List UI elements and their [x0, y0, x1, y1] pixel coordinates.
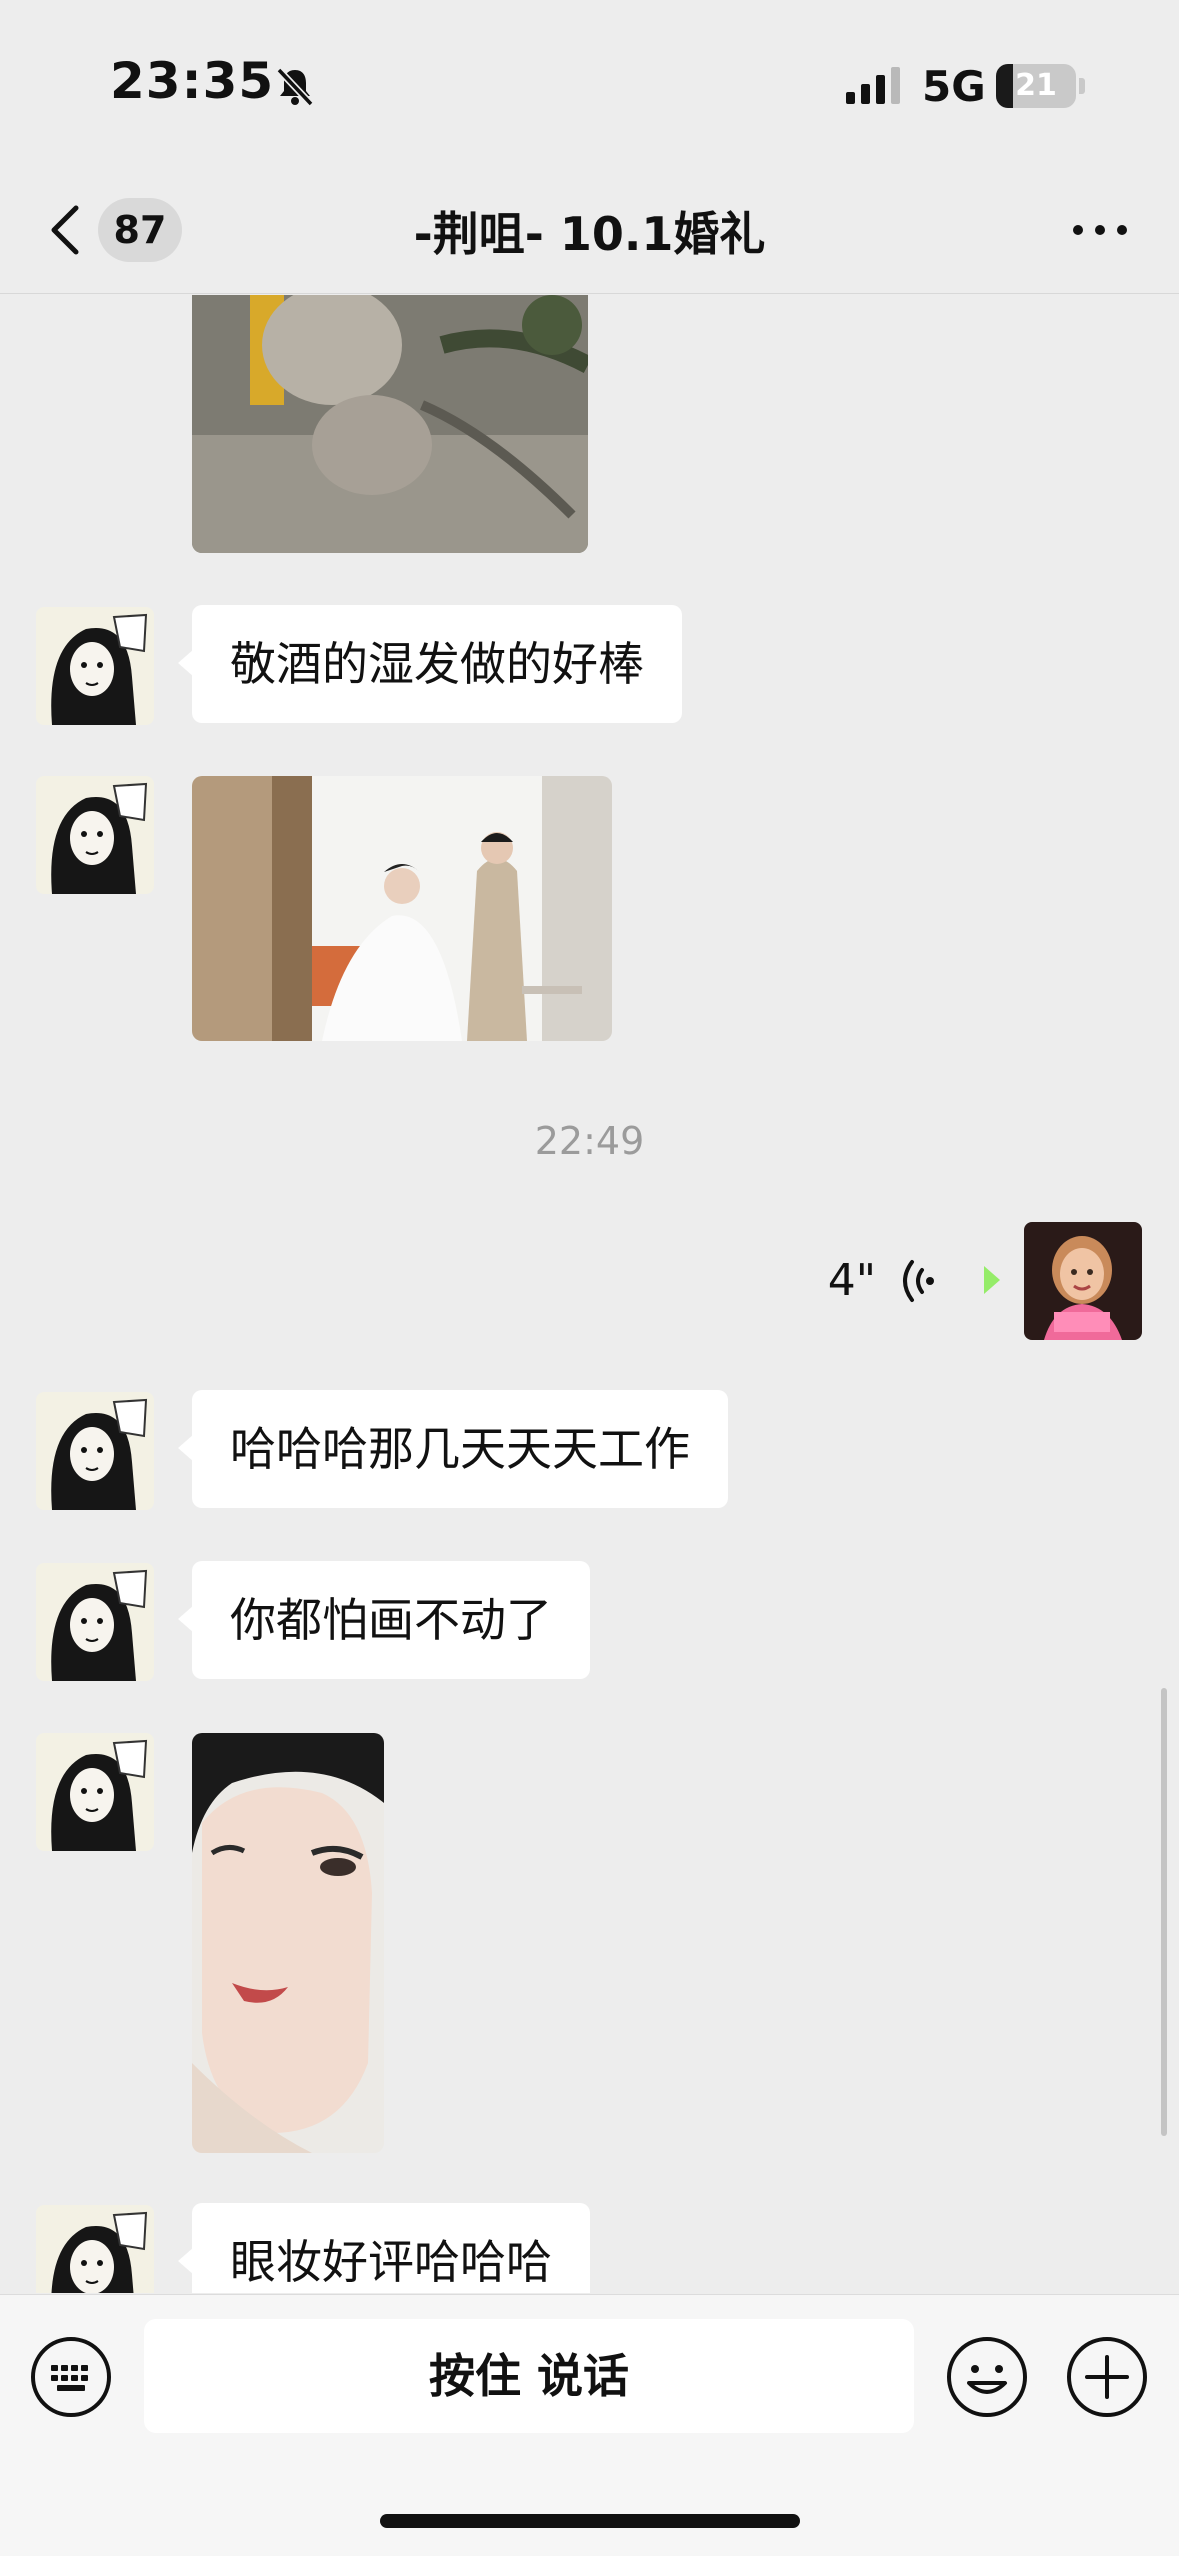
- contact-avatar[interactable]: [36, 1563, 154, 1681]
- battery-tip: [1079, 78, 1085, 94]
- message-bubble[interactable]: 眼妆好评哈哈哈: [178, 2203, 590, 2293]
- message-bubble[interactable]: 你都怕画不动了: [178, 1561, 590, 1679]
- hold-to-talk-button[interactable]: 按住 说话: [144, 2319, 914, 2433]
- keyboard-toggle-button[interactable]: [29, 2335, 113, 2419]
- voice-duration: 4": [827, 1255, 876, 1306]
- time-divider: 22:49: [534, 1119, 645, 1163]
- status-time: 23:35: [110, 52, 275, 110]
- plus-circle-icon: [1067, 2337, 1147, 2417]
- chat-title: -荆咀- 10.1婚礼: [413, 207, 766, 261]
- battery-percent: 21: [1015, 68, 1057, 103]
- photo-thumbnail: [192, 1733, 384, 2153]
- my-avatar[interactable]: [1024, 1222, 1142, 1340]
- contact-avatar[interactable]: [36, 1392, 154, 1510]
- cellular-signal-icon: [846, 67, 900, 104]
- image-message[interactable]: [192, 776, 612, 1041]
- photo-thumbnail: [192, 295, 588, 553]
- contact-avatar[interactable]: [36, 1733, 154, 1851]
- message-list[interactable]: 敬酒的湿发做的好棒 22:49 4" 哈哈哈那几天天天工作 你都怕画不动了 眼妆…: [0, 295, 1179, 2293]
- emoji-button[interactable]: [945, 2335, 1029, 2419]
- network-label: 5G: [922, 62, 986, 111]
- home-indicator[interactable]: [380, 2514, 800, 2528]
- chat-header: 87 -荆咀- 10.1婚礼: [0, 170, 1179, 294]
- scrollbar[interactable]: [1161, 1688, 1167, 2136]
- contact-avatar[interactable]: [36, 607, 154, 725]
- voice-wave-icon: [903, 1260, 934, 1302]
- avatar-image: [36, 1733, 154, 1851]
- battery-indicator: 21: [996, 64, 1076, 108]
- more-button[interactable]: [1060, 200, 1140, 260]
- image-message[interactable]: [192, 1733, 384, 2153]
- image-message[interactable]: [192, 295, 588, 553]
- ellipsis-icon: [1073, 225, 1127, 235]
- more-functions-button[interactable]: [1065, 2335, 1149, 2419]
- status-bar: 23:35 5G 21: [0, 0, 1179, 170]
- avatar-image: [36, 1392, 154, 1510]
- avatar-image: [36, 607, 154, 725]
- message-bubble[interactable]: 敬酒的湿发做的好棒: [178, 605, 682, 723]
- avatar-image: [36, 2205, 154, 2293]
- photo-thumbnail: [192, 776, 612, 1041]
- avatar-image: [1024, 1222, 1142, 1340]
- bell-slash-icon: [276, 67, 314, 107]
- contact-avatar[interactable]: [36, 776, 154, 894]
- message-bubble[interactable]: 哈哈哈那几天天天工作: [178, 1390, 728, 1508]
- contact-avatar[interactable]: [36, 2205, 154, 2293]
- smiley-icon: [947, 2337, 1027, 2417]
- keyboard-icon: [31, 2337, 111, 2417]
- avatar-image: [36, 776, 154, 894]
- avatar-image: [36, 1563, 154, 1681]
